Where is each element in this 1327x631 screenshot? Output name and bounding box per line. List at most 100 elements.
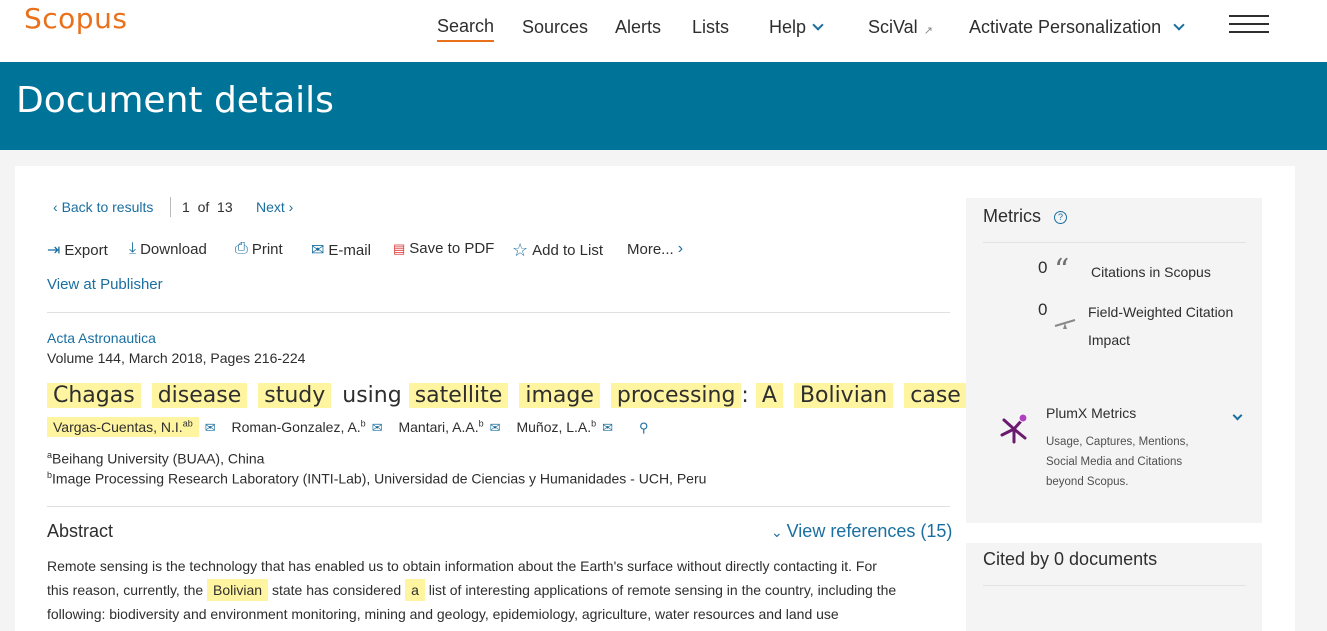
scale-icon: [1054, 316, 1076, 329]
fwci-label-line: Impact: [1088, 332, 1131, 348]
export-button[interactable]: ⇥ Export: [47, 240, 108, 260]
nav-alerts[interactable]: Alerts: [615, 12, 661, 42]
envelope-icon[interactable]: ✉: [490, 420, 501, 435]
abstract-highlight: a: [405, 579, 425, 601]
affiliation-text: Beihang University (BUAA), China: [52, 450, 265, 467]
title-word: study: [258, 383, 332, 408]
abstract-text: Remote sensing is the technology that ha…: [47, 554, 952, 626]
plumx-desc-line: beyond Scopus.: [1046, 476, 1129, 488]
cited-by-panel: Cited by 0 documents: [966, 543, 1262, 631]
metrics-heading: Metrics ?: [983, 206, 1068, 227]
add-to-list-button[interactable]: ☆ Add to List: [512, 240, 603, 261]
article-title: Chagas disease study using satellite ima…: [47, 383, 1034, 408]
nav-personalization-label: Activate Personalization: [969, 16, 1162, 37]
add-list-label: Add to List: [532, 242, 604, 259]
nav-scival[interactable]: SciVal ↗: [868, 12, 933, 42]
title-word: processing: [610, 383, 742, 408]
title-word: satellite: [408, 383, 509, 408]
author-sup: ab: [182, 418, 193, 428]
star-icon: ☆: [512, 240, 529, 260]
chevron-down-icon: [1232, 410, 1243, 421]
menu-icon[interactable]: [1229, 15, 1269, 35]
affiliation-text: Image Processing Research Laboratory (IN…: [52, 470, 707, 487]
volume-info: Volume 144, March 2018, Pages 216-224: [47, 350, 306, 366]
export-icon: ⇥: [47, 242, 61, 259]
envelope-icon[interactable]: ✉: [602, 420, 613, 435]
download-label: Download: [140, 240, 207, 258]
nav-help-label: Help: [769, 16, 807, 37]
pager-divider: [170, 197, 171, 217]
cited-by-heading: Cited by 0 documents: [983, 549, 1158, 569]
save-to-pdf-button[interactable]: ▤ Save to PDF: [393, 240, 494, 257]
nav-help[interactable]: Help: [769, 12, 824, 42]
title-word: A: [755, 383, 783, 408]
page-banner: Document details: [0, 62, 1327, 150]
page-title: Document details: [16, 80, 334, 121]
envelope-icon[interactable]: ✉: [372, 420, 383, 435]
section-divider: [47, 312, 950, 313]
envelope-icon[interactable]: ✉: [205, 420, 216, 435]
pdf-icon: ▤: [393, 240, 406, 256]
export-label: Export: [64, 241, 108, 259]
nav-scival-label: SciVal: [868, 16, 918, 37]
plumx-desc-line: Usage, Captures, Mentions,: [1046, 436, 1189, 448]
title-word: :: [741, 383, 749, 408]
help-icon[interactable]: ?: [1054, 210, 1068, 224]
fwci-value: 0: [1038, 300, 1048, 319]
section-divider: [47, 506, 950, 507]
view-at-publisher-link[interactable]: View at Publisher: [47, 276, 163, 293]
pager-current: 1: [182, 199, 190, 215]
more-button[interactable]: More... ›: [627, 240, 687, 258]
scopus-logo[interactable]: Scopus: [24, 2, 127, 35]
author-link[interactable]: Vargas-Cuentas, N.I.ab: [47, 416, 199, 437]
back-to-results-link[interactable]: ‹ Back to results: [53, 199, 153, 215]
envelope-icon: ✉: [311, 242, 325, 259]
plumx-desc-line: Social Media and Citations: [1046, 456, 1183, 468]
author-name: Mantari, A.A.: [398, 418, 479, 435]
metrics-divider: [983, 242, 1246, 243]
pager-of: of: [197, 199, 210, 215]
top-navigation-bar: Scopus Search Sources Alerts Lists Help …: [0, 0, 1327, 62]
abstract-line: following: biodiversity and environment …: [47, 606, 839, 622]
plumx-title[interactable]: PlumX Metrics: [1046, 405, 1136, 421]
fwci-label[interactable]: Field-Weighted Citation Impact: [1088, 298, 1233, 354]
print-label: Print: [251, 240, 283, 258]
chevron-right-icon: ›: [677, 240, 684, 257]
email-label: E-mail: [328, 241, 371, 259]
nav-lists[interactable]: Lists: [692, 12, 729, 42]
back-label: Back to results: [61, 199, 154, 215]
nav-activate-personalization[interactable]: Activate Personalization: [969, 12, 1185, 42]
author-link[interactable]: Mantari, A.A.b: [398, 418, 484, 435]
abstract-line: this reason, currently, the Bolivian sta…: [47, 578, 952, 602]
print-button[interactable]: ⎙ Print: [235, 240, 283, 258]
nav-search[interactable]: Search: [437, 12, 495, 42]
quote-icon: “: [1054, 253, 1070, 288]
plumx-description: Usage, Captures, Mentions, Social Media …: [1046, 432, 1189, 492]
citations-label[interactable]: Citations in Scopus: [1091, 258, 1211, 286]
author-sup: b: [478, 418, 484, 428]
next-link[interactable]: Next ›: [256, 199, 293, 215]
download-button[interactable]: ⤓ Download: [129, 240, 207, 258]
next-label: Next: [256, 199, 285, 215]
journal-link[interactable]: Acta Astronautica: [47, 330, 156, 346]
author-link[interactable]: Roman-Gonzalez, A.b: [232, 418, 366, 435]
email-button[interactable]: ✉ E-mail: [311, 240, 371, 260]
nav-sources[interactable]: Sources: [522, 12, 588, 42]
title-word: Bolivian: [793, 383, 894, 408]
save-pdf-label: Save to PDF: [409, 240, 495, 257]
citations-value: 0: [1038, 258, 1048, 277]
title-word: using: [342, 383, 402, 408]
plumx-expand[interactable]: [1232, 406, 1243, 424]
fwci-label-line: Field-Weighted Citation: [1088, 304, 1234, 320]
abstract-fragment: state has considered: [271, 582, 402, 598]
download-icon: ⤓: [129, 240, 137, 257]
author-list: Vargas-Cuentas, N.I.ab ✉ Roman-Gonzalez, …: [47, 416, 661, 437]
view-references-link[interactable]: ⌄ View references (15): [771, 521, 952, 542]
author-link[interactable]: Muñoz, L.A.b: [516, 418, 596, 435]
pager-total: 13: [217, 199, 233, 215]
title-word: image: [519, 383, 600, 408]
abstract-line: Remote sensing is the technology that ha…: [47, 558, 877, 574]
chevron-left-icon: ‹: [53, 199, 62, 215]
person-icon[interactable]: ⚲: [639, 420, 649, 435]
abstract-fragment: list of interesting applications of remo…: [428, 582, 897, 598]
